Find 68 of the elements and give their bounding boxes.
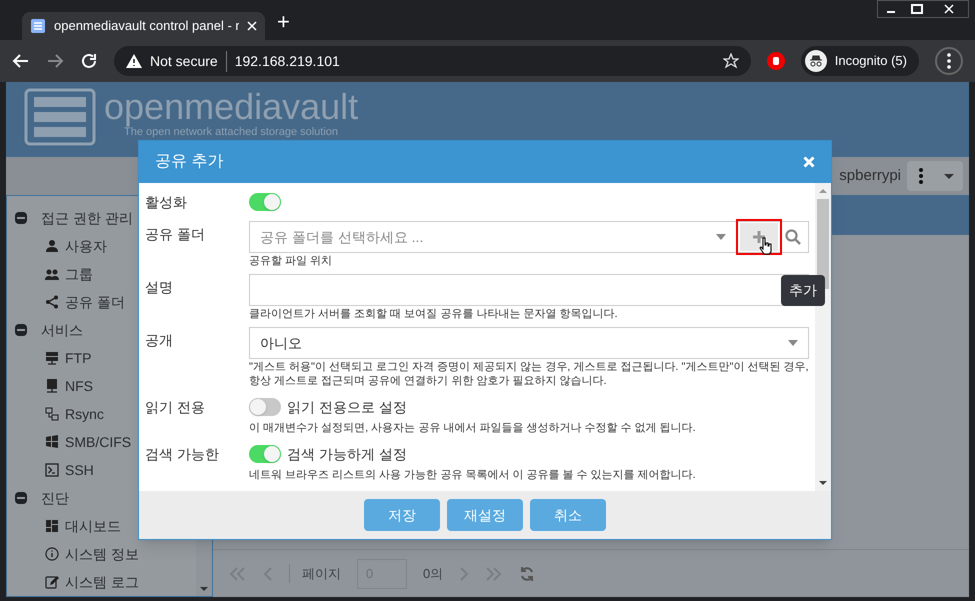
page-label: 페이지 (289, 564, 341, 584)
tagline: The open network attached storage solution (124, 126, 338, 138)
field-hint: 공유할 파일 위치 (249, 254, 334, 268)
close-icon[interactable] (247, 21, 257, 31)
security-label: Not secure (150, 50, 227, 72)
field-label: 설명 (145, 278, 174, 297)
scrollbar[interactable] (815, 183, 831, 491)
profile-label: Incognito (5) (834, 52, 907, 70)
back-icon[interactable] (12, 52, 30, 70)
hostname: spberrypi (839, 166, 901, 186)
sidebar-item[interactable]: 시스템 정보 (7, 540, 196, 568)
scroll-down-icon[interactable] (200, 586, 208, 592)
dialog-button[interactable]: 취소 (530, 499, 606, 531)
sidebar-item[interactable]: 시스템 로그 (7, 568, 196, 596)
toggle-switch[interactable] (249, 445, 281, 463)
network-icon (45, 407, 59, 421)
user-icon (45, 239, 59, 253)
sidebar-group[interactable]: 진단 (7, 484, 196, 512)
toggle-icon[interactable] (15, 212, 27, 224)
forward-icon[interactable] (46, 52, 64, 70)
scroll-thumb[interactable] (817, 199, 829, 289)
sidebar-item[interactable]: 대시보드 (7, 512, 196, 540)
sidebar-item[interactable]: NFS (7, 372, 196, 400)
page-count: 0의 (423, 564, 444, 583)
action-button-group[interactable] (907, 160, 963, 191)
reload-icon[interactable] (80, 52, 98, 70)
url-text: 192.168.219.101 (234, 52, 341, 70)
select-field[interactable]: 아니오 (249, 327, 809, 359)
caret-icon (788, 340, 798, 346)
field-hint: 네트워 브라우즈 리스트의 사용 가능한 공유 목록에서 이 공유를 볼 수 있는지를 제어합니다. (249, 468, 697, 482)
toggle-switch[interactable] (249, 398, 281, 416)
dialog-title: 공유 추가 (155, 152, 224, 172)
logo-icon (24, 88, 96, 146)
address-bar[interactable]: Not secure 192.168.219.101 (114, 46, 751, 76)
windows-icon (45, 435, 59, 449)
group-icon (45, 267, 59, 281)
field-hint: 이 매개변수가 설정되면, 사용자는 공유 내에서 파일들을 생성하거나 수정할 수 없게 됩니다. (249, 421, 697, 435)
dialog-button[interactable]: 저장 (364, 499, 440, 531)
field-label: 검색 가능한 (145, 445, 220, 464)
new-tab-button[interactable]: + (277, 5, 290, 38)
field-hint: 클라이언트가 서버를 조회할 때 보여질 공유를 나타내는 문자열 항목입니다. (249, 307, 619, 321)
field-hint: "게스트 허용"이 선택되고 로그인 자격 증명이 제공되지 않는 경우, 게스트로 접근됩니다. "게스트만"이 선택된 경우, 항상 게스트로 접근되며 공유에 연결하기 위한 암호가 필요하지 않습니다. (249, 360, 809, 388)
profile-chip[interactable]: Incognito (5) (800, 46, 919, 76)
field-label: 읽기 전용 (145, 398, 206, 417)
tooltip: 추가 (781, 275, 825, 306)
info-icon (45, 547, 59, 561)
terminal-icon (45, 463, 59, 477)
monitor-icon (45, 379, 59, 393)
incognito-icon (804, 50, 827, 72)
edit-icon (45, 575, 59, 589)
field-label: 공개 (145, 331, 174, 350)
toggle-icon[interactable] (15, 492, 27, 504)
share-icon (45, 295, 59, 309)
refresh-icon[interactable] (519, 566, 536, 582)
field-label: 공유 폴더 (145, 225, 206, 244)
toggle-caption: 검색 가능하게 설정 (287, 444, 407, 464)
menu-icon[interactable] (935, 47, 963, 75)
toggle-icon[interactable] (15, 324, 27, 336)
logo-text: openmediavault (104, 88, 358, 126)
toggle-caption: 읽기 전용으로 설정 (287, 398, 407, 416)
server-icon (45, 351, 59, 365)
star-icon[interactable] (722, 53, 739, 69)
page-icon (30, 18, 46, 34)
dashboard-icon (45, 519, 59, 533)
field-label: 활성화 (145, 193, 188, 212)
toggle-switch[interactable] (249, 193, 281, 211)
warning-icon (126, 54, 142, 68)
dialog-button[interactable]: 재설정 (447, 499, 523, 531)
